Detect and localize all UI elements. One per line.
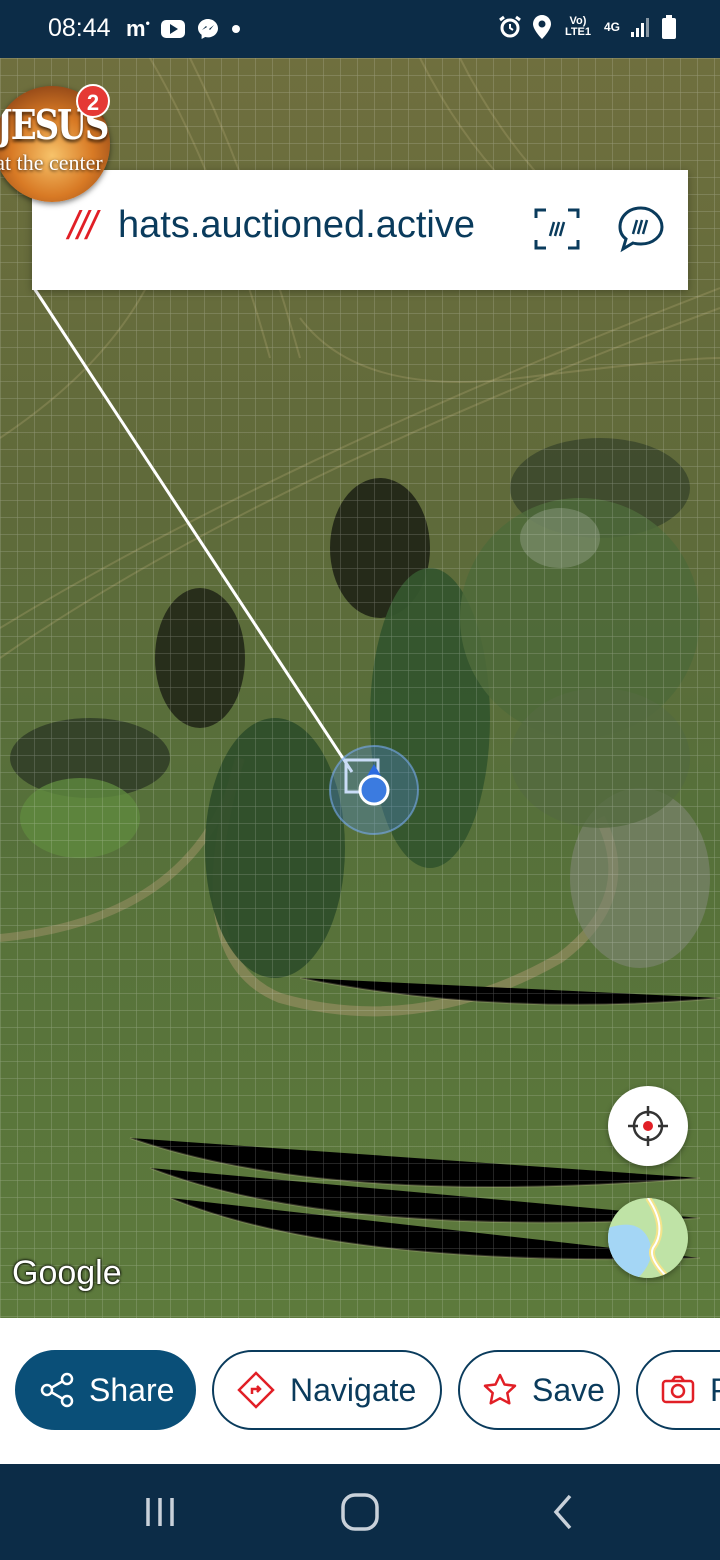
star-icon	[482, 1372, 518, 1408]
status-right-icons: Vo) LTE1 4G	[498, 14, 676, 40]
map-thumbnail-icon	[608, 1198, 688, 1278]
dot-icon	[231, 25, 240, 33]
google-attribution: Google	[12, 1254, 122, 1292]
share-label: Share	[89, 1371, 175, 1408]
signal-icon	[631, 18, 649, 37]
notification-badge: 2	[76, 84, 110, 118]
user-location-marker	[329, 745, 419, 835]
camera-icon	[660, 1372, 696, 1408]
home-icon[interactable]	[338, 1490, 382, 1534]
grid-scan-icon	[534, 208, 580, 250]
w3w-address: hats.auctioned.active	[118, 204, 476, 246]
share-icon	[39, 1372, 75, 1408]
status-time: 08:44	[48, 14, 111, 42]
map-type-toggle-button[interactable]	[608, 1198, 688, 1278]
battery-icon	[662, 15, 676, 39]
navigate-button[interactable]: Navigate	[212, 1350, 442, 1430]
photo-label: P	[710, 1372, 720, 1409]
youtube-icon	[160, 20, 185, 38]
crosshair-icon	[628, 1106, 668, 1146]
navigate-label: Navigate	[290, 1371, 417, 1408]
my-location-button[interactable]	[608, 1086, 688, 1166]
speak-address-button[interactable]	[616, 204, 666, 254]
address-card[interactable]: /// hats.auctioned.active	[32, 170, 688, 290]
system-navigation-bar	[0, 1464, 720, 1560]
alarm-icon	[499, 15, 521, 38]
recent-apps-icon[interactable]	[140, 1492, 180, 1532]
status-left-icons: m•	[126, 16, 242, 42]
speech-bubble-icon	[618, 206, 664, 253]
4g-icon: 4G	[603, 20, 620, 34]
volte-icon: Vo) LTE1	[564, 15, 592, 38]
back-icon[interactable]	[544, 1492, 584, 1532]
navigate-icon	[236, 1370, 276, 1410]
action-bar: Share Navigate Save P	[0, 1318, 720, 1464]
photo-button[interactable]: P	[636, 1350, 720, 1430]
bubble-subtitle: at the center	[0, 150, 103, 175]
save-button[interactable]: Save	[458, 1350, 620, 1430]
save-label: Save	[532, 1371, 605, 1408]
location-icon	[532, 15, 551, 39]
show-grid-button[interactable]	[532, 206, 582, 252]
status-bar: 08:44 m• Vo) LTE1 4G	[0, 0, 720, 58]
m-icon: m•	[126, 16, 150, 41]
w3w-slashes: ///	[68, 204, 97, 248]
messenger-icon	[197, 19, 218, 39]
share-button[interactable]: Share	[15, 1350, 196, 1430]
